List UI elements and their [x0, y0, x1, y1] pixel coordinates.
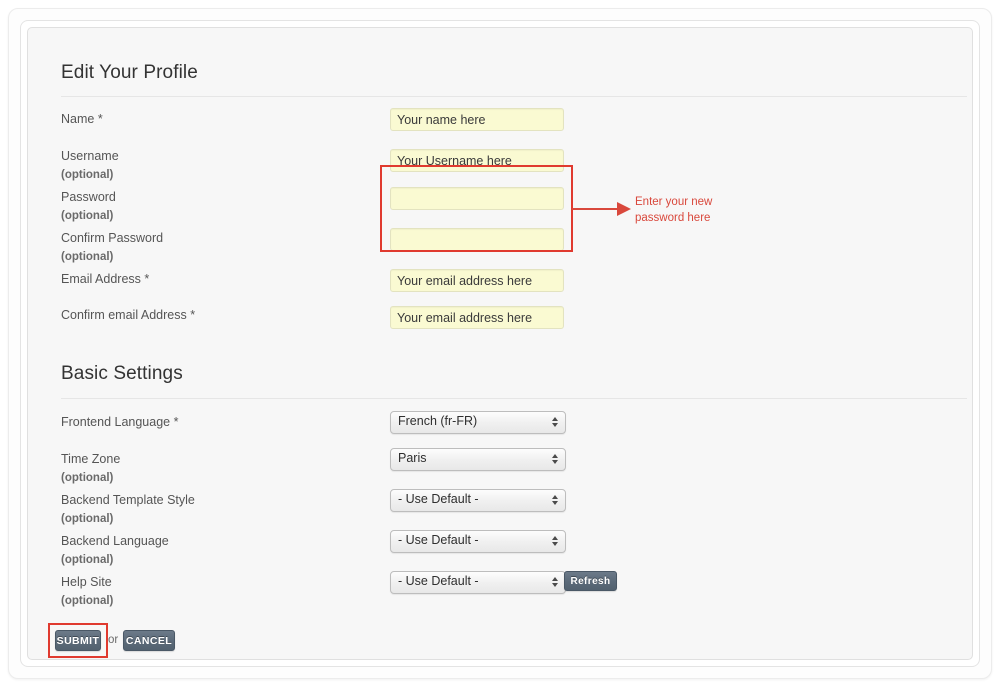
backend-language-value: - Use Default -: [398, 533, 479, 547]
optional-backend-language: (optional): [61, 554, 114, 566]
chevron-updown-icon: [547, 573, 562, 590]
label-confirm-password: Confirm Password: [61, 231, 164, 245]
label-email-address: Email Address *: [61, 272, 150, 286]
optional-backend-template-style: (optional): [61, 513, 114, 525]
password-callout-line-2: password here: [635, 212, 711, 224]
profile-section-divider: [61, 96, 967, 97]
confirm-password-input[interactable]: [390, 228, 564, 251]
optional-time-zone: (optional): [61, 472, 114, 484]
page-title: Edit Your Profile: [61, 62, 198, 83]
chevron-updown-icon: [547, 413, 562, 430]
time-zone-value: Paris: [398, 451, 427, 465]
label-backend-language: Backend Language: [61, 534, 169, 548]
label-time-zone: Time Zone: [61, 452, 121, 466]
chevron-updown-icon: [547, 450, 562, 467]
frontend-language-value: French (fr-FR): [398, 414, 478, 428]
name-input[interactable]: [390, 108, 564, 131]
optional-username: (optional): [61, 169, 114, 181]
password-callout-line-1: Enter your new: [635, 196, 713, 208]
label-password: Password: [61, 190, 116, 204]
backend-template-style-select[interactable]: - Use Default -: [390, 489, 566, 512]
optional-help-site: (optional): [61, 595, 114, 607]
chevron-updown-icon: [547, 491, 562, 508]
username-input[interactable]: [390, 149, 564, 172]
help-site-select[interactable]: - Use Default -: [390, 571, 566, 594]
frontend-language-select[interactable]: French (fr-FR): [390, 411, 566, 434]
backend-template-style-value: - Use Default -: [398, 492, 479, 506]
browser-inner-frame: Edit Your Profile Name * Username (optio…: [20, 20, 980, 667]
browser-outer-frame: Edit Your Profile Name * Username (optio…: [8, 8, 992, 679]
cancel-button[interactable]: CANCEL: [123, 630, 175, 651]
basic-settings-title: Basic Settings: [61, 363, 183, 384]
refresh-button[interactable]: Refresh: [564, 571, 617, 591]
label-name: Name *: [61, 112, 103, 126]
or-separator-label: or: [108, 634, 119, 646]
password-callout-arrow: [572, 202, 631, 216]
label-confirm-email-address: Confirm email Address *: [61, 308, 196, 322]
email-address-input[interactable]: [390, 269, 564, 292]
help-site-value: - Use Default -: [398, 574, 479, 588]
label-help-site: Help Site: [61, 575, 112, 589]
submit-button[interactable]: SUBMIT: [55, 630, 101, 651]
password-input[interactable]: [390, 187, 564, 210]
optional-password: (optional): [61, 210, 114, 222]
time-zone-select[interactable]: Paris: [390, 448, 566, 471]
settings-section-divider: [61, 398, 967, 399]
confirm-email-address-input[interactable]: [390, 306, 564, 329]
chevron-updown-icon: [547, 532, 562, 549]
label-username: Username: [61, 149, 119, 163]
optional-confirm-password: (optional): [61, 251, 114, 263]
profile-form-panel: Edit Your Profile Name * Username (optio…: [27, 27, 973, 660]
label-frontend-language: Frontend Language *: [61, 415, 179, 429]
backend-language-select[interactable]: - Use Default -: [390, 530, 566, 553]
label-backend-template-style: Backend Template Style: [61, 493, 195, 507]
